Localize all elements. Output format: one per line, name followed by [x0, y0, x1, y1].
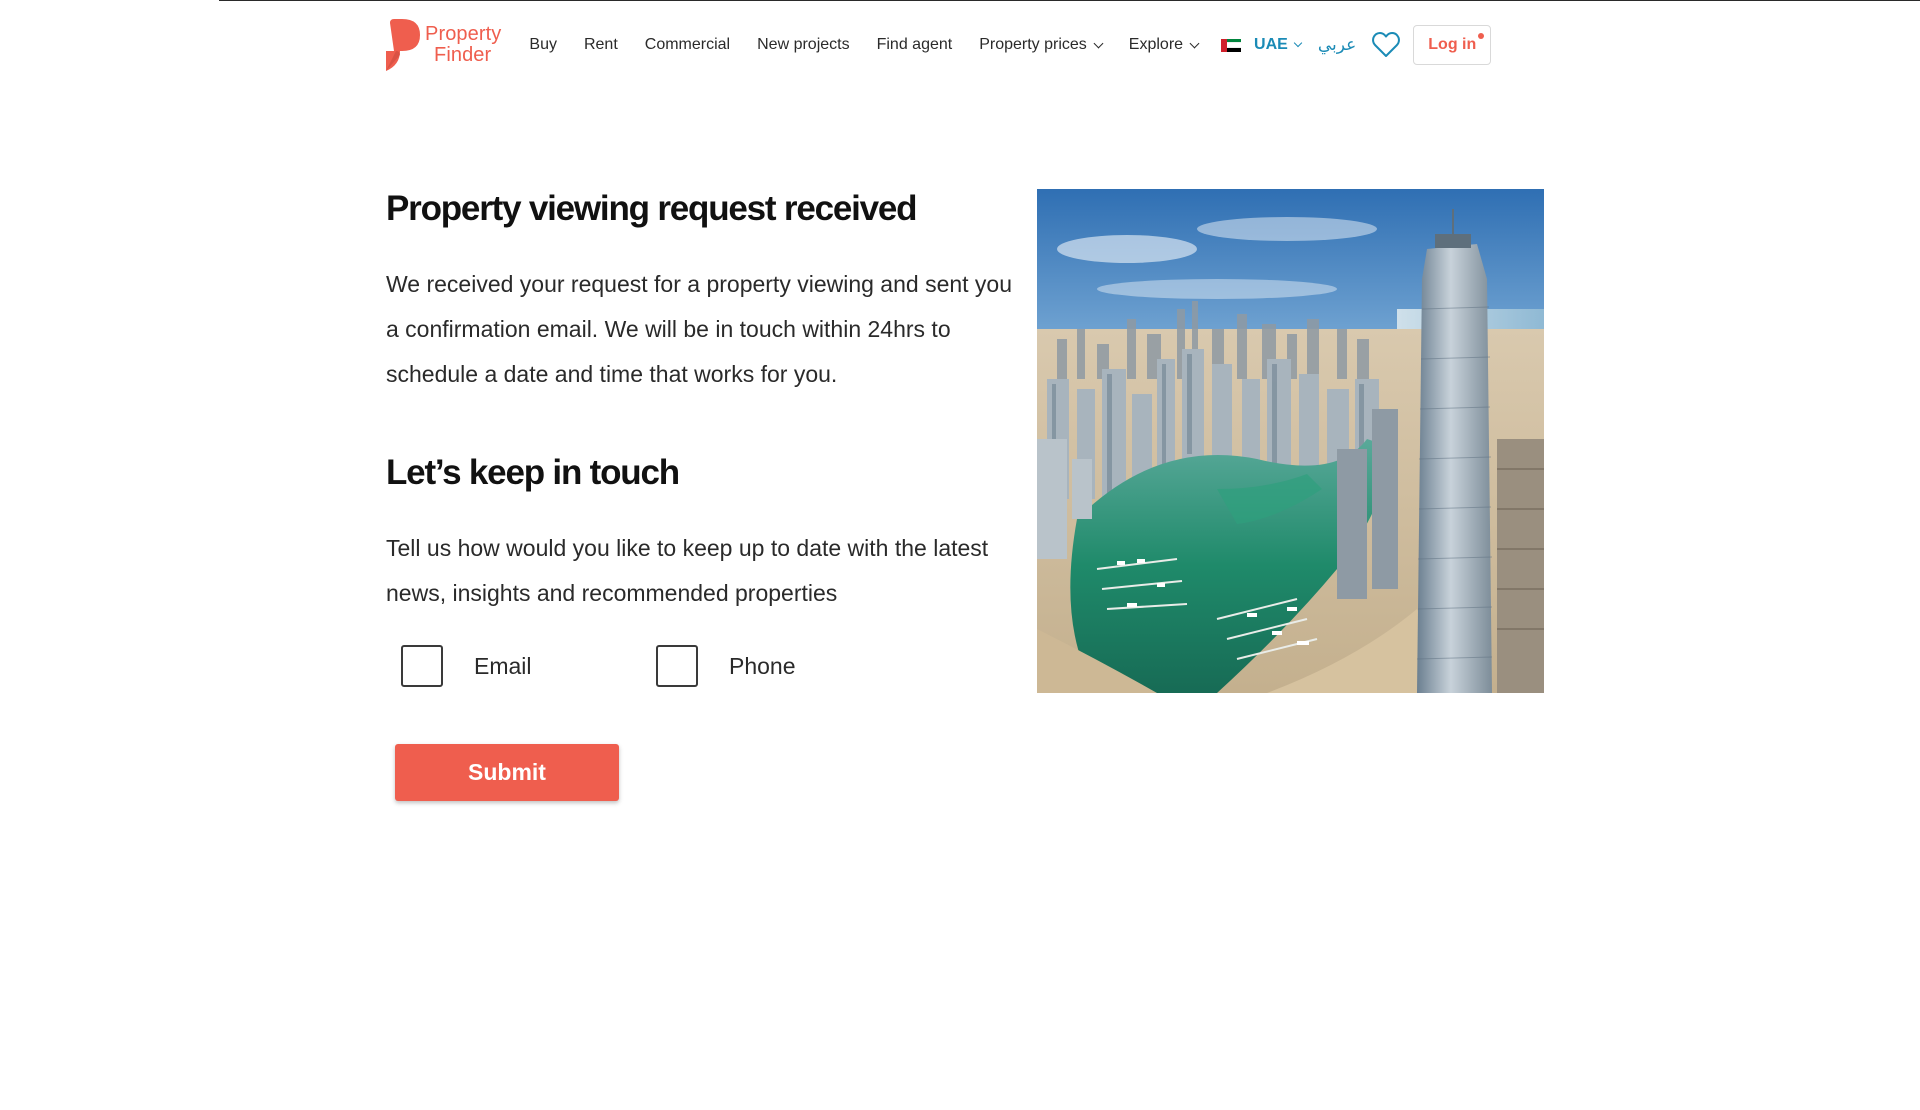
email-option-label: Email: [474, 652, 532, 679]
logo-mark-icon: [386, 19, 422, 71]
page-title: Property viewing request received: [386, 189, 918, 228]
keep-in-touch-message: Tell us how would you like to keep up to…: [386, 535, 989, 606]
heart-icon[interactable]: [1372, 32, 1401, 58]
nav-new-projects[interactable]: New projects: [757, 36, 849, 54]
nav-commercial[interactable]: Commercial: [645, 36, 730, 54]
country-label: UAE: [1254, 36, 1288, 53]
nav-property-prices-label: Property prices: [979, 36, 1087, 53]
site-header: Property Finder Buy Rent Commercial New …: [386, 17, 1530, 73]
logo-line-2: Finder: [434, 44, 492, 66]
uae-flag-icon: [1221, 38, 1242, 52]
nav-property-prices[interactable]: Property prices: [979, 36, 1104, 54]
phone-option-label: Phone: [729, 652, 796, 679]
nav-buy-label: Buy: [529, 36, 557, 53]
nav-rent-label: Rent: [583, 36, 618, 53]
nav-new-projects-label: New projects: [757, 36, 850, 53]
nav-commercial-label: Commercial: [644, 36, 731, 53]
phone-option[interactable]: Phone: [656, 645, 796, 687]
page: Property Finder Buy Rent Commercial New …: [0, 0, 1920, 1110]
top-divider: [219, 0, 1920, 1]
nav-buy[interactable]: Buy: [529, 36, 557, 54]
notification-dot: [1478, 33, 1485, 39]
country-selector[interactable]: UAE: [1254, 36, 1303, 54]
nav-rent[interactable]: Rent: [584, 36, 618, 54]
logo-line-1: Property: [425, 23, 502, 45]
chevron-down-icon: [1093, 38, 1104, 48]
property-finder-logo[interactable]: Property Finder: [386, 19, 501, 71]
confirmation-content: Property viewing request received We rec…: [386, 180, 1016, 687]
nav-explore[interactable]: Explore: [1128, 36, 1200, 54]
chevron-down-icon: [1189, 38, 1200, 48]
login-label: Log in: [1428, 36, 1477, 53]
email-option[interactable]: Email: [401, 645, 656, 687]
submit-button[interactable]: Submit: [395, 744, 619, 801]
confirmation-message: We received your request for a property …: [386, 271, 1013, 387]
main-nav: Buy Rent Commercial New projects Find ag…: [529, 17, 1225, 73]
logo-wordmark: Property Finder: [425, 24, 501, 66]
language-toggle[interactable]: عربي: [1318, 35, 1356, 55]
contact-preferences: Email Phone: [401, 645, 796, 687]
nav-find-agent[interactable]: Find agent: [877, 36, 953, 54]
dubai-marina-image: [1037, 189, 1544, 693]
keep-in-touch-heading: Let’s keep in touch: [386, 453, 680, 492]
nav-explore-label: Explore: [1128, 36, 1184, 53]
email-checkbox[interactable]: [401, 645, 443, 687]
chevron-down-icon: [1293, 38, 1303, 48]
nav-find-agent-label: Find agent: [876, 36, 953, 53]
phone-checkbox[interactable]: [656, 645, 698, 687]
login-button[interactable]: Log in: [1413, 25, 1492, 65]
